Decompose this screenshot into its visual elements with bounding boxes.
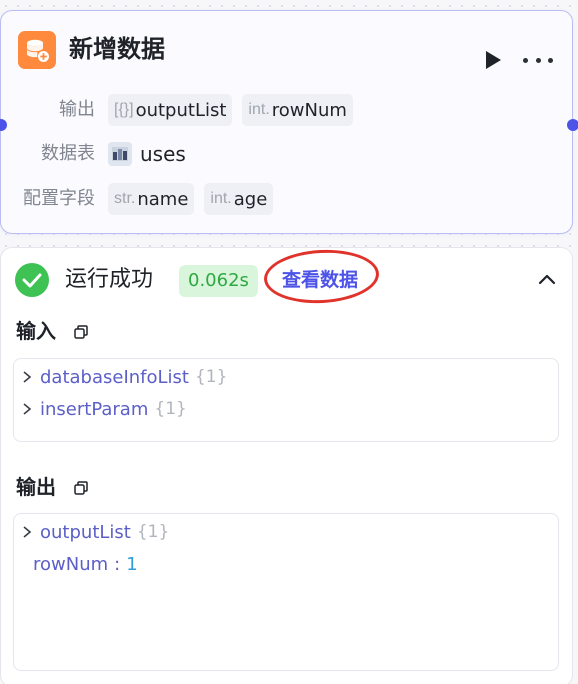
outputs-label: 输出 bbox=[59, 99, 95, 120]
more-icon[interactable] bbox=[523, 49, 553, 71]
fields-label: 配置字段 bbox=[23, 188, 95, 209]
table-value: uses bbox=[108, 138, 186, 170]
run-status: 运行成功 bbox=[65, 267, 154, 292]
outputs-row: 输出 [{}] outputList int. rowNum bbox=[1, 94, 574, 126]
duration-badge: 0.062s bbox=[179, 265, 258, 297]
node-card[interactable]: 新增数据 输出 [{}] outputList int. rowNum 数据表 bbox=[0, 10, 578, 234]
output-section-title: 输出 bbox=[16, 475, 56, 499]
table-row: 数据表 uses bbox=[1, 138, 574, 170]
chevron-up-icon[interactable] bbox=[537, 270, 557, 290]
output-name: outputList bbox=[135, 99, 227, 121]
play-icon[interactable] bbox=[483, 49, 503, 71]
json-count: {1} bbox=[194, 367, 228, 387]
annotation-circle bbox=[262, 247, 381, 306]
success-check-icon bbox=[15, 263, 49, 297]
input-section-title: 输入 bbox=[16, 319, 56, 343]
run-result-panel: 运行成功 0.062s 查看数据 输入 databaseInfoList {1}… bbox=[0, 247, 573, 684]
json-key: rowNum bbox=[33, 553, 109, 575]
json-colon: : bbox=[114, 553, 121, 575]
json-item[interactable]: outputList {1} bbox=[20, 518, 169, 546]
type-prefix: int. bbox=[248, 101, 270, 118]
type-prefix: [{}] bbox=[114, 101, 134, 118]
input-json-viewer: databaseInfoList {1} insertParam {1} bbox=[13, 358, 559, 442]
output-chip-outputList: [{}] outputList bbox=[108, 94, 233, 126]
chevron-right-icon[interactable] bbox=[20, 402, 34, 416]
json-item[interactable]: insertParam {1} bbox=[20, 395, 187, 423]
json-key: insertParam bbox=[40, 398, 149, 420]
json-item: rowNum : 1 bbox=[33, 550, 138, 578]
copy-icon[interactable] bbox=[73, 324, 89, 340]
json-key: databaseInfoList bbox=[40, 366, 189, 388]
json-key: outputList bbox=[40, 521, 131, 543]
json-value: 1 bbox=[126, 553, 138, 575]
field-chip-age: int. age bbox=[204, 183, 274, 215]
field-name: name bbox=[137, 188, 189, 210]
chevron-right-icon[interactable] bbox=[20, 525, 34, 539]
json-count: {1} bbox=[136, 522, 170, 542]
output-chip-rowNum: int. rowNum bbox=[242, 94, 353, 126]
json-item[interactable]: databaseInfoList {1} bbox=[20, 363, 227, 391]
table-label: 数据表 bbox=[41, 143, 95, 164]
chevron-right-icon[interactable] bbox=[20, 370, 34, 384]
type-prefix: str. bbox=[114, 190, 136, 207]
output-json-viewer: outputList {1} rowNum : 1 bbox=[13, 513, 559, 671]
copy-icon[interactable] bbox=[73, 480, 89, 496]
fields-row: 配置字段 str. name int. age bbox=[1, 183, 574, 215]
table-icon bbox=[108, 142, 132, 166]
field-name: age bbox=[233, 188, 268, 210]
type-prefix: int. bbox=[210, 190, 232, 207]
output-name: rowNum bbox=[271, 99, 347, 121]
table-name: uses bbox=[140, 142, 186, 166]
node-title: 新增数据 bbox=[69, 35, 165, 63]
json-count: {1} bbox=[154, 399, 187, 419]
database-add-icon bbox=[18, 31, 56, 69]
field-chip-name: str. name bbox=[108, 183, 195, 215]
